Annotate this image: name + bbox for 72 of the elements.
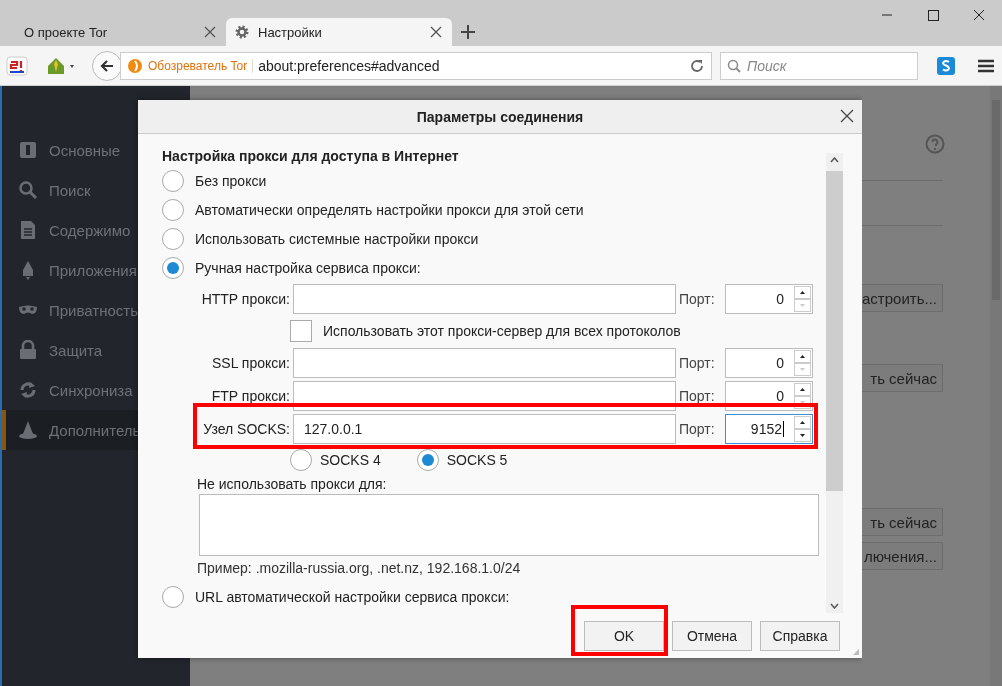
address-bar[interactable]: Обозреватель Tor about:preferences#advanced xyxy=(120,51,712,80)
field-label: Порт: xyxy=(679,354,716,371)
dialog-title: Параметры соединения xyxy=(416,108,584,125)
close-icon[interactable] xyxy=(840,109,854,123)
field-label: Не использовать прокси для: xyxy=(196,476,388,494)
field-label: Порт: xyxy=(679,290,716,307)
dialog-button[interactable]: Справка xyxy=(760,620,840,651)
field-label: Порт: xyxy=(679,420,716,437)
radio-button[interactable] xyxy=(416,448,439,471)
browser-tab[interactable]: Настройки xyxy=(226,18,452,46)
close-icon[interactable] xyxy=(204,26,216,38)
radio-button[interactable] xyxy=(290,448,312,471)
scrollbar[interactable] xyxy=(826,153,843,613)
radio-label[interactable]: Без прокси xyxy=(195,172,267,189)
settings-button[interactable]: ть сейчас xyxy=(862,364,943,392)
search-icon xyxy=(727,58,741,73)
radio-button[interactable] xyxy=(162,169,184,192)
radio-button[interactable] xyxy=(162,585,184,608)
back-button[interactable] xyxy=(92,50,122,81)
category-icon xyxy=(18,420,38,440)
port-field[interactable]: 0 xyxy=(725,347,813,378)
search-field[interactable]: Поиск xyxy=(720,51,918,80)
radio-button[interactable] xyxy=(162,227,184,250)
dialog-button[interactable]: Отмена xyxy=(672,620,752,651)
settings-button[interactable]: астроить... xyxy=(862,284,943,312)
radio-label[interactable]: SOCKS 5 xyxy=(446,451,508,468)
radio-label[interactable]: Использовать системные настройки прокси xyxy=(195,230,479,247)
spinner-icon[interactable] xyxy=(794,382,811,409)
input-field[interactable] xyxy=(293,283,676,314)
back-arrow-icon xyxy=(99,57,115,74)
url-text: about:preferences#advanced xyxy=(258,57,441,74)
close-icon[interactable] xyxy=(430,26,442,38)
field-label: SSL прокси: xyxy=(211,354,290,371)
field-label: Узел SOCKS: xyxy=(202,420,290,437)
section-heading: Настройка прокси для доступа в Интернет xyxy=(162,148,460,166)
browser-tab[interactable]: О проекте Tor xyxy=(0,18,226,46)
scroll-down-icon[interactable] xyxy=(830,603,839,609)
help-icon[interactable] xyxy=(925,134,945,154)
settings-button[interactable]: лючения... xyxy=(862,542,943,570)
reload-icon[interactable] xyxy=(689,57,705,74)
radio-button[interactable] xyxy=(162,198,184,221)
hint-text: Пример: .mozilla-russia.org, .net.nz, 192.168.1.0/24 xyxy=(196,560,522,578)
radio-button[interactable] xyxy=(162,256,184,279)
port-field[interactable]: 9152 xyxy=(725,413,813,444)
scrollbar[interactable] xyxy=(990,86,1002,686)
settings-button[interactable]: ть сейчас xyxy=(862,508,943,536)
scroll-up-icon[interactable] xyxy=(830,157,839,163)
category-icon xyxy=(18,140,38,160)
input-field[interactable] xyxy=(293,347,676,378)
skype-icon[interactable] xyxy=(936,55,956,76)
gear-icon xyxy=(234,24,250,40)
onion-icon xyxy=(127,57,143,74)
text-area[interactable] xyxy=(199,494,819,556)
dialog-button[interactable]: OK xyxy=(584,620,664,651)
field-label: FTP прокси: xyxy=(210,387,290,404)
field-label: HTTP прокси: xyxy=(200,290,290,307)
category-icon xyxy=(18,220,38,240)
input-field[interactable]: 127.0.0.1 xyxy=(293,413,676,444)
checkbox[interactable] xyxy=(290,319,312,342)
radio-label[interactable]: URL автоматической настройки сервиса прокси: xyxy=(195,588,510,605)
radio-label[interactable]: Ручная настройка сервиса прокси: xyxy=(195,259,421,276)
resize-grip-icon[interactable] xyxy=(852,648,860,656)
field-label: Порт: xyxy=(679,387,716,404)
port-field[interactable]: 0 xyxy=(725,283,813,314)
radio-label[interactable]: SOCKS 4 xyxy=(320,451,381,468)
radio-label[interactable]: Автоматически определять настройки прокси для этой сети xyxy=(195,201,584,218)
logo-icon[interactable] xyxy=(6,54,28,77)
spinner-icon[interactable] xyxy=(794,415,811,442)
category-icon xyxy=(18,340,38,360)
category-icon xyxy=(18,380,38,400)
search-icon xyxy=(18,180,38,200)
checkbox-label[interactable]: Использовать этот прокси-сервер для всех протоколов xyxy=(323,322,681,339)
